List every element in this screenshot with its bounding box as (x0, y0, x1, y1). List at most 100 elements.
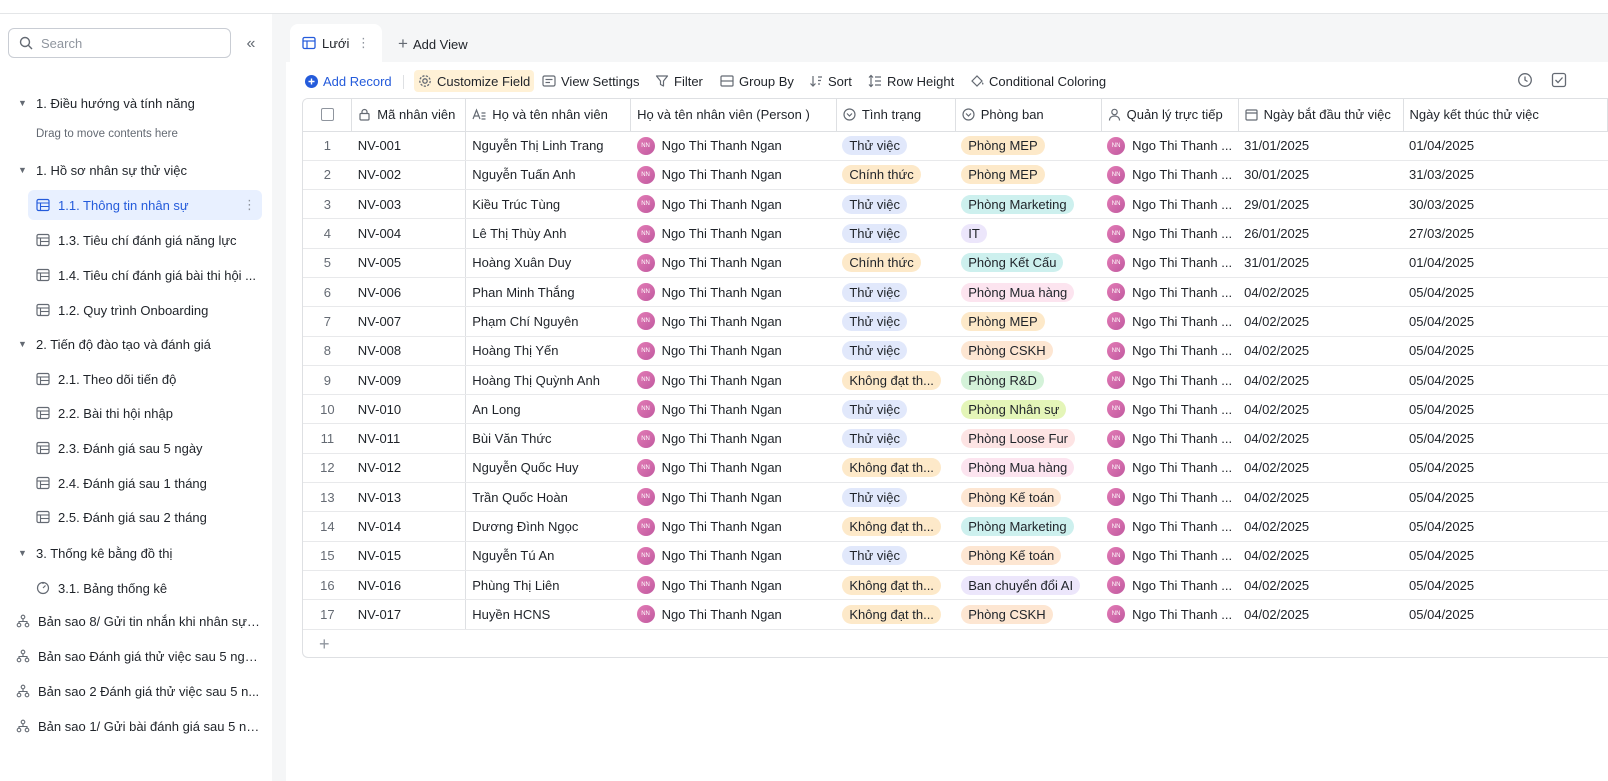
end-date-cell[interactable]: 05/04/2025 (1403, 541, 1608, 571)
end-date-cell[interactable]: 05/04/2025 (1403, 511, 1608, 542)
full-name-cell[interactable]: Dương Đình Ngọc (465, 511, 631, 542)
manager-cell[interactable]: NN Ngo Thi Thanh ... (1101, 336, 1239, 366)
manager-cell[interactable]: NN Ngo Thi Thanh ... (1101, 131, 1239, 161)
person-cell[interactable]: NN Ngo Thi Thanh Ngan (630, 218, 837, 249)
view-settings-button[interactable]: View Settings (542, 70, 640, 92)
end-date-cell[interactable]: 05/04/2025 (1403, 394, 1608, 425)
caret-down-icon[interactable]: ▼ (18, 339, 28, 349)
employee-id-cell[interactable]: NV-014 (351, 511, 467, 542)
start-date-cell[interactable]: 31/01/2025 (1238, 248, 1404, 278)
department-cell[interactable]: Phòng MEP (955, 160, 1102, 191)
status-cell[interactable]: Thử việc (836, 394, 956, 425)
full-name-cell[interactable]: Phùng Thị Liên (465, 570, 631, 601)
end-date-cell[interactable]: 01/04/2025 (1403, 131, 1608, 161)
manager-cell[interactable]: NN Ngo Thi Thanh ... (1101, 248, 1239, 278)
add-view-button[interactable]: + Add View (398, 34, 468, 54)
department-cell[interactable]: Phòng R&D (955, 365, 1102, 396)
sidebar-group[interactable]: ▼ 1. Hồ sơ nhân sự thử việc (18, 155, 248, 185)
employee-id-cell[interactable]: NV-003 (351, 189, 467, 220)
manager-cell[interactable]: NN Ngo Thi Thanh ... (1101, 541, 1239, 571)
sidebar-item[interactable]: Bản sao 2 Đánh giá thử việc sau 5 n... (16, 676, 260, 706)
manager-cell[interactable]: NN Ngo Thi Thanh ... (1101, 218, 1239, 249)
department-cell[interactable]: Phòng CSKH (955, 336, 1102, 366)
status-cell[interactable]: Thử việc (836, 218, 956, 249)
department-cell[interactable]: Ban chuyển đổi AI (955, 570, 1102, 601)
table-row[interactable]: 2 NV-002 Nguyễn Tuấn Anh NN Ngo Thi Thanh Ng… (303, 160, 1608, 191)
department-cell[interactable]: Phòng MEP (955, 131, 1102, 161)
caret-down-icon[interactable]: ▼ (18, 165, 28, 175)
table-row[interactable]: 13 NV-013 Trần Quốc Hoàn NN Ngo Thi Thanh Ng… (303, 482, 1608, 513)
department-cell[interactable]: Phòng Kế toán (955, 482, 1102, 513)
start-date-cell[interactable]: 29/01/2025 (1238, 189, 1404, 220)
add-row-button[interactable]: + (303, 630, 1608, 657)
column-header-employee-id[interactable]: Mã nhân viên (351, 99, 467, 132)
full-name-cell[interactable]: Nguyễn Tuấn Anh (465, 160, 631, 191)
conditional-coloring-button[interactable]: Conditional Coloring (970, 70, 1106, 92)
status-cell[interactable]: Không đạt th... (836, 511, 956, 542)
add-record-button[interactable]: Add Record (305, 70, 392, 92)
employee-id-cell[interactable]: NV-011 (351, 423, 467, 454)
department-cell[interactable]: Phòng Mua hàng (955, 277, 1102, 308)
person-cell[interactable]: NN Ngo Thi Thanh Ngan (630, 306, 837, 337)
employee-id-cell[interactable]: NV-015 (351, 541, 467, 571)
caret-down-icon[interactable]: ▼ (18, 548, 28, 558)
department-cell[interactable]: Phòng Marketing (955, 511, 1102, 542)
table-row[interactable]: 3 NV-003 Kiều Trúc Tùng NN Ngo Thi Thanh Nga… (303, 189, 1608, 220)
table-row[interactable]: 8 NV-008 Hoàng Thị Yến NN Ngo Thi Thanh Ngan… (303, 336, 1608, 366)
search-box[interactable]: Search (8, 28, 231, 58)
sidebar-item[interactable]: 2.3. Đánh giá sau 5 ngày (36, 433, 262, 463)
column-header-department[interactable]: Phòng ban (955, 99, 1102, 132)
column-header-status[interactable]: Tình trạng (836, 99, 956, 132)
more-icon[interactable]: ⋮ (243, 197, 256, 213)
manager-cell[interactable]: NN Ngo Thi Thanh ... (1101, 423, 1239, 454)
employee-id-cell[interactable]: NV-006 (351, 277, 467, 308)
person-cell[interactable]: NN Ngo Thi Thanh Ngan (630, 160, 837, 191)
sidebar-item[interactable]: 1.3. Tiêu chí đánh giá năng lực (36, 225, 262, 255)
end-date-cell[interactable]: 31/03/2025 (1403, 160, 1608, 191)
end-date-cell[interactable]: 05/04/2025 (1403, 570, 1608, 601)
start-date-cell[interactable]: 04/02/2025 (1238, 423, 1404, 454)
start-date-cell[interactable]: 04/02/2025 (1238, 541, 1404, 571)
employee-id-cell[interactable]: NV-009 (351, 365, 467, 396)
sidebar-item[interactable]: Bản sao 8/ Gửi tin nhắn khi nhân sự ... (16, 606, 260, 636)
collapse-sidebar-icon[interactable]: « (241, 34, 261, 54)
end-date-cell[interactable]: 01/04/2025 (1403, 248, 1608, 278)
person-cell[interactable]: NN Ngo Thi Thanh Ngan (630, 365, 837, 396)
department-cell[interactable]: Phòng MEP (955, 306, 1102, 337)
end-date-cell[interactable]: 05/04/2025 (1403, 482, 1608, 513)
row-height-button[interactable]: Row Height (868, 70, 954, 92)
department-cell[interactable]: Phòng Marketing (955, 189, 1102, 220)
status-cell[interactable]: Không đạt th... (836, 453, 956, 484)
employee-id-cell[interactable]: NV-001 (351, 131, 467, 161)
start-date-cell[interactable]: 04/02/2025 (1238, 453, 1404, 484)
status-cell[interactable]: Thử việc (836, 336, 956, 366)
table-row[interactable]: 7 NV-007 Phạm Chí Nguyên NN Ngo Thi Thanh Ng… (303, 306, 1608, 337)
select-all-header[interactable] (303, 99, 353, 132)
start-date-cell[interactable]: 04/02/2025 (1238, 365, 1404, 396)
person-cell[interactable]: NN Ngo Thi Thanh Ngan (630, 189, 837, 220)
full-name-cell[interactable]: Lê Thị Thùy Anh (465, 218, 631, 249)
history-icon[interactable] (1516, 71, 1534, 89)
status-cell[interactable]: Thử việc (836, 423, 956, 454)
manager-cell[interactable]: NN Ngo Thi Thanh ... (1101, 306, 1239, 337)
status-cell[interactable]: Thử việc (836, 131, 956, 161)
department-cell[interactable]: Phòng CSKH (955, 599, 1102, 630)
status-cell[interactable]: Chính thức (836, 248, 956, 278)
sidebar-item[interactable]: 3.1. Bảng thống kê (36, 573, 262, 603)
department-cell[interactable]: Phòng Loose Fur (955, 423, 1102, 454)
column-header-person[interactable]: Họ và tên nhân viên (Person ) (630, 99, 837, 132)
sidebar-item[interactable]: Bản sao Đánh giá thử việc sau 5 ngà... (16, 641, 260, 671)
department-cell[interactable]: Phòng Mua hàng (955, 453, 1102, 484)
start-date-cell[interactable]: 04/02/2025 (1238, 570, 1404, 601)
person-cell[interactable]: NN Ngo Thi Thanh Ngan (630, 336, 837, 366)
end-date-cell[interactable]: 27/03/2025 (1403, 218, 1608, 249)
table-row[interactable]: 4 NV-004 Lê Thị Thùy Anh NN Ngo Thi Thanh Ng… (303, 218, 1608, 249)
end-date-cell[interactable]: 05/04/2025 (1403, 365, 1608, 396)
sidebar-item[interactable]: 2.2. Bài thi hội nhập (36, 398, 262, 428)
start-date-cell[interactable]: 04/02/2025 (1238, 599, 1404, 630)
person-cell[interactable]: NN Ngo Thi Thanh Ngan (630, 511, 837, 542)
person-cell[interactable]: NN Ngo Thi Thanh Ngan (630, 394, 837, 425)
full-name-cell[interactable]: An Long (465, 394, 631, 425)
full-name-cell[interactable]: Nguyễn Thị Linh Trang (465, 131, 631, 161)
employee-id-cell[interactable]: NV-007 (351, 306, 467, 337)
